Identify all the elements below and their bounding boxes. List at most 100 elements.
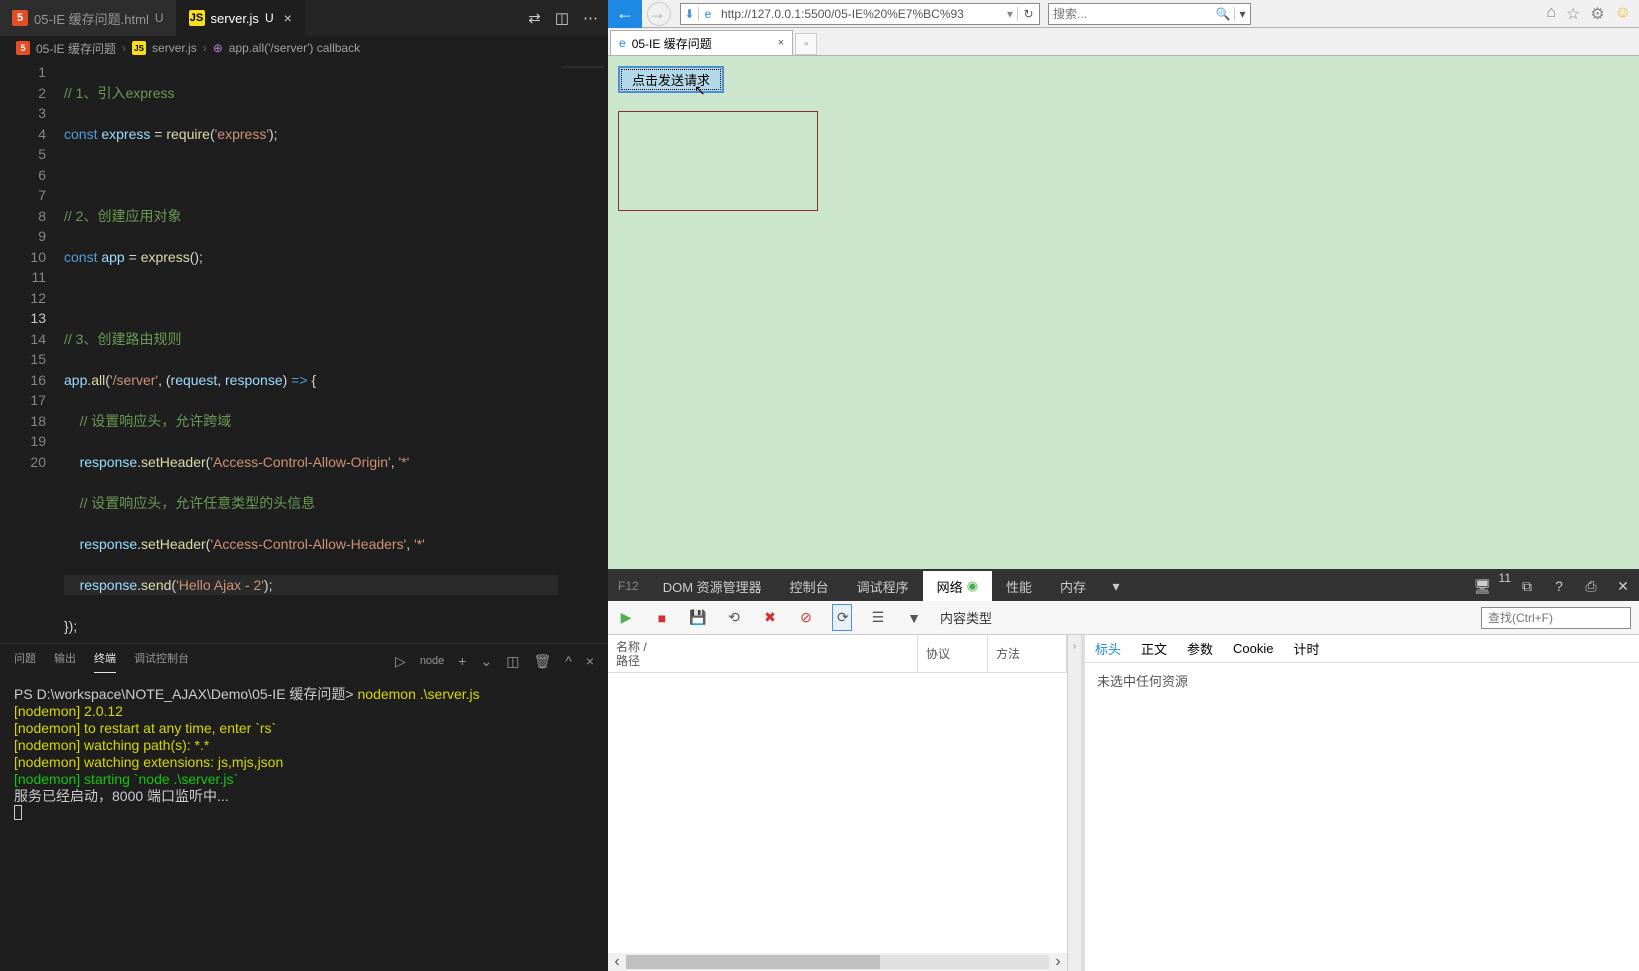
col-name[interactable]: 名称 /路径 xyxy=(608,635,918,672)
search-input[interactable] xyxy=(1049,7,1212,21)
crumb[interactable]: server.js xyxy=(152,41,197,55)
result-box xyxy=(618,111,818,211)
col-protocol[interactable]: 协议 xyxy=(918,635,988,672)
cursor-icon xyxy=(14,805,22,820)
stop-icon[interactable]: ■ xyxy=(652,610,672,626)
find-input[interactable] xyxy=(1481,607,1631,629)
dropdown-icon[interactable]: ▾ xyxy=(1003,7,1017,21)
save-icon[interactable]: 💾 xyxy=(688,609,708,626)
detail-tab-cookies[interactable]: Cookie xyxy=(1233,641,1273,656)
split-icon[interactable]: ◫ xyxy=(555,9,569,27)
send-request-button[interactable]: 点击发送请求 xyxy=(618,66,724,93)
clear-session-icon[interactable]: ⊘ xyxy=(796,609,816,626)
horizontal-scrollbar[interactable]: ‹ › xyxy=(608,953,1067,971)
detail-tab-timing[interactable]: 计时 xyxy=(1294,639,1320,658)
code-area[interactable]: // 1、引入express const express = require('… xyxy=(64,60,558,643)
address-bar[interactable]: ⬇ e http://127.0.0.1:5500/05-IE%20%E7%BC… xyxy=(680,3,1040,25)
code-editor[interactable]: 1234567891011121314151617181920 // 1、引入e… xyxy=(0,60,608,643)
minimap[interactable] xyxy=(558,60,608,643)
favorites-icon[interactable]: ☆ xyxy=(1566,4,1580,24)
devtools-tabs: F12 DOM 资源管理器 控制台 调试程序 网络◉ 性能 内存 ▾ 🖥 11 … xyxy=(608,571,1639,601)
forward-button[interactable]: → xyxy=(642,0,676,28)
chevron-right-icon: › xyxy=(122,41,126,55)
close-icon[interactable]: × xyxy=(778,37,784,49)
nav-icons: ⌂ ☆ ⚙ ☺ xyxy=(1538,4,1639,24)
html-icon: 5 xyxy=(12,10,28,26)
clear-cache-icon[interactable]: ⟲ xyxy=(724,609,744,626)
terminal[interactable]: PS D:\workspace\NOTE_AJAX\Demo\05-IE 缓存问… xyxy=(0,678,608,971)
network-toolbar: ▶ ■ 💾 ⟲ ✖ ⊘ ⟳ ☰ ▼ 内容类型 xyxy=(608,601,1639,635)
request-list-header: 名称 /路径 协议 方法 xyxy=(608,635,1067,673)
js-icon: JS xyxy=(132,41,146,55)
panel-tab-output[interactable]: 输出 xyxy=(54,650,76,672)
panel-tab-terminal[interactable]: 终端 xyxy=(94,650,116,673)
breadcrumb[interactable]: 5 05-IE 缓存问题 › JS server.js › ⊕ app.all(… xyxy=(0,36,608,60)
help-icon[interactable]: ? xyxy=(1543,571,1575,601)
panel-tab-problems[interactable]: 问题 xyxy=(14,650,36,672)
url-text[interactable]: http://127.0.0.1:5500/05-IE%20%E7%BC%93 xyxy=(717,7,1003,21)
chevron-down-icon[interactable]: ▾ xyxy=(1100,571,1132,601)
devtools-tab-console[interactable]: 控制台 xyxy=(776,571,843,601)
clear-cookies-icon[interactable]: ✖ xyxy=(760,609,780,626)
devtools-tab-network[interactable]: 网络◉ xyxy=(923,571,992,601)
devtools-tab-performance[interactable]: 性能 xyxy=(992,571,1046,601)
unpin-icon[interactable]: ⎙ xyxy=(1575,571,1607,601)
home-icon[interactable]: ⌂ xyxy=(1546,4,1556,24)
js-icon: JS xyxy=(189,10,205,26)
back-button[interactable]: ← xyxy=(608,0,642,28)
always-refresh-icon[interactable]: ⟳ xyxy=(832,604,852,631)
close-icon[interactable]: × xyxy=(586,653,594,669)
gear-icon[interactable]: ⚙ xyxy=(1590,4,1604,24)
feedback-icon[interactable]: ☺ xyxy=(1615,4,1631,24)
detail-tabs: 标头 正文 参数 Cookie 计时 xyxy=(1085,635,1639,663)
detail-tab-headers[interactable]: 标头 xyxy=(1095,639,1121,658)
refresh-icon[interactable]: ↻ xyxy=(1017,7,1039,21)
f12-label: F12 xyxy=(608,571,649,601)
browser-tab[interactable]: e 05-IE 缓存问题 × xyxy=(610,30,793,55)
chevron-up-icon[interactable]: ^ xyxy=(565,653,572,669)
scroll-right-icon[interactable]: › xyxy=(1049,953,1067,971)
compare-icon[interactable]: ⇄ xyxy=(528,9,541,27)
editor-tab-html[interactable]: 5 05-IE 缓存问题.html U xyxy=(0,0,177,36)
ie-nav-bar: ← → ⬇ e http://127.0.0.1:5500/05-IE%20%E… xyxy=(608,0,1639,28)
search-icon[interactable]: 🔍 xyxy=(1212,7,1234,21)
panel-actions: ▷ node + ⌄ ◫ 🗑 ^ × xyxy=(395,653,594,670)
devtools-tab-debugger[interactable]: 调试程序 xyxy=(843,571,923,601)
shell-name[interactable]: node xyxy=(420,655,444,667)
content-type-label[interactable]: 内容类型 xyxy=(940,608,992,627)
chevron-down-icon[interactable]: ⌄ xyxy=(480,653,492,670)
play-icon[interactable]: ▶ xyxy=(616,609,636,626)
close-icon[interactable]: ✕ xyxy=(1607,571,1639,601)
search-dropdown-icon[interactable]: ▾ xyxy=(1234,7,1250,21)
dock-icon[interactable]: ⧉ xyxy=(1511,571,1543,601)
trash-icon[interactable]: 🗑 xyxy=(533,653,551,670)
ie-icon: e xyxy=(699,7,717,21)
crumb[interactable]: app.all('/server') callback xyxy=(229,41,360,55)
network-body: 名称 /路径 协议 方法 ‹ › › 标头 正文 参数 Cookie xyxy=(608,635,1639,971)
tab-modified: U xyxy=(155,11,164,25)
crumb[interactable]: 05-IE 缓存问题 xyxy=(36,40,116,57)
compat-icon[interactable]: ⬇ xyxy=(681,7,699,21)
scroll-left-icon[interactable]: ‹ xyxy=(608,953,626,971)
shell-icon[interactable]: ▷ xyxy=(395,653,406,670)
add-icon[interactable]: + xyxy=(458,653,466,669)
filter-icon[interactable]: ▼ xyxy=(904,610,924,626)
search-bar[interactable]: 🔍 ▾ xyxy=(1048,3,1251,25)
devtools-tab-memory[interactable]: 内存 xyxy=(1046,571,1100,601)
request-rows xyxy=(608,673,1067,953)
collapse-handle[interactable]: › xyxy=(1068,635,1082,971)
detail-tab-params[interactable]: 参数 xyxy=(1187,639,1213,658)
editor-tab-js[interactable]: JS server.js U × xyxy=(177,0,305,36)
col-method[interactable]: 方法 xyxy=(988,635,1067,672)
emulation-icon[interactable]: 🖥 xyxy=(1467,571,1499,601)
line-gutter: 1234567891011121314151617181920 xyxy=(0,60,64,643)
close-icon[interactable]: × xyxy=(284,10,292,26)
panel-tab-debug[interactable]: 调试控制台 xyxy=(134,650,189,672)
more-icon[interactable]: ⋯ xyxy=(583,9,598,27)
toggle-details-icon[interactable]: ☰ xyxy=(868,609,888,626)
devtools-tab-dom[interactable]: DOM 资源管理器 xyxy=(649,571,776,601)
tab-title: 05-IE 缓存问题 xyxy=(632,35,712,52)
new-tab-button[interactable]: ▫ xyxy=(795,33,817,55)
detail-tab-body[interactable]: 正文 xyxy=(1141,639,1167,658)
split-icon[interactable]: ◫ xyxy=(506,653,519,670)
